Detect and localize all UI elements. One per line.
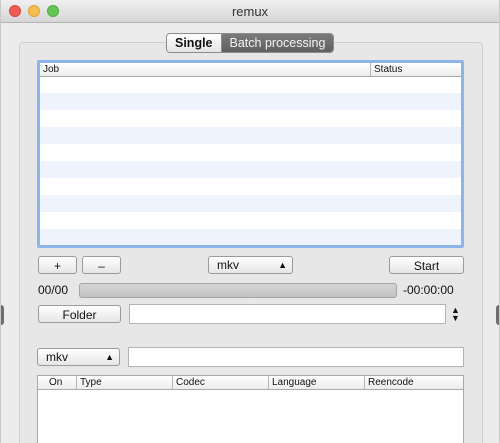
format-popup-value: mkv (217, 258, 239, 272)
folder-button[interactable]: Folder (38, 305, 121, 323)
job-count: 00/00 (38, 283, 69, 297)
folder-updown-arrows-icon[interactable]: ▲ ▼ (451, 306, 460, 323)
remaining-time: -00:00:00 (403, 283, 454, 297)
column-header-status[interactable]: Status (370, 63, 402, 76)
format-popup[interactable]: mkv ▲ (208, 256, 293, 274)
table-row (40, 161, 461, 178)
track-format-value: mkv (46, 350, 68, 364)
updown-arrows-icon: ▲ (105, 352, 114, 362)
mode-segmented-control: Single Batch processing (166, 33, 335, 53)
add-job-button[interactable]: + (38, 256, 77, 274)
title-bar: remux (1, 0, 499, 23)
column-header-type[interactable]: Type (76, 376, 102, 389)
streams-table[interactable]: On Type Codec Language Reencode (37, 375, 464, 443)
job-table-header: Job Status (40, 63, 461, 77)
table-row (40, 127, 461, 144)
streams-table-header: On Type Codec Language Reencode (38, 376, 463, 390)
app-window: remux Single Batch processing Job Status… (0, 0, 500, 443)
remove-job-button[interactable]: – (82, 256, 121, 274)
column-header-reencode[interactable]: Reencode (364, 376, 414, 389)
updown-arrows-icon: ▲ (278, 260, 287, 270)
column-header-codec[interactable]: Codec (172, 376, 205, 389)
progress-bar (79, 283, 397, 298)
column-header-language[interactable]: Language (268, 376, 317, 389)
table-row (40, 195, 461, 212)
window-title: remux (231, 4, 269, 19)
track-format-popup[interactable]: mkv ▲ (37, 348, 120, 366)
folder-path-field[interactable] (129, 304, 446, 324)
tab-single[interactable]: Single (167, 34, 222, 52)
column-header-on[interactable]: On (46, 376, 62, 389)
table-row (40, 93, 461, 110)
start-button[interactable]: Start (389, 256, 464, 274)
right-edge-handle (496, 305, 499, 325)
job-table[interactable]: Job Status (37, 60, 464, 248)
tab-batch-processing[interactable]: Batch processing (221, 34, 334, 52)
column-header-job[interactable]: Job (43, 63, 59, 76)
left-edge-handle (1, 305, 4, 325)
table-row (40, 229, 461, 245)
track-options-field[interactable] (128, 347, 464, 367)
